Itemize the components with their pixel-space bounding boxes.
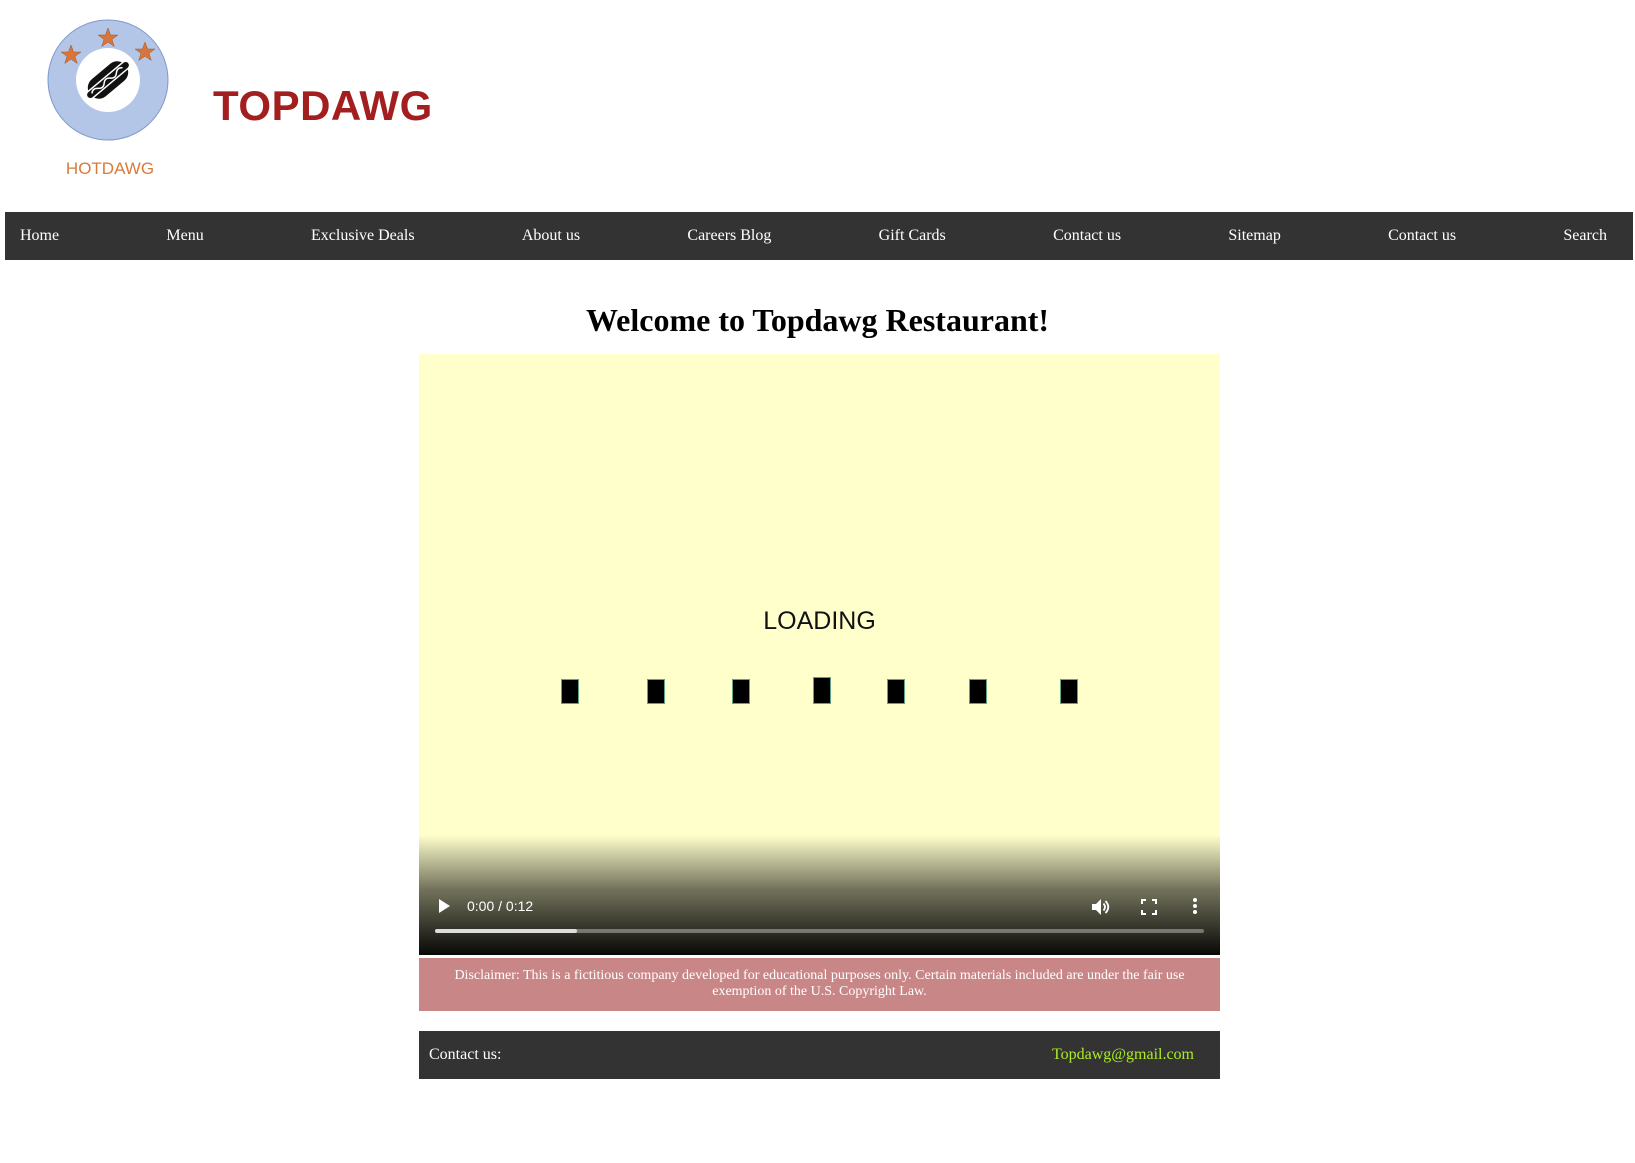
site-title: TOPDAWG [213,82,433,129]
nav-item-exclusive-deals[interactable]: Exclusive Deals [311,227,415,245]
logo[interactable]: HOTDAWG [44,18,176,188]
nav-item-careers-blog[interactable]: Careers Blog [687,227,771,245]
nav-item-sitemap[interactable]: Sitemap [1228,227,1280,245]
loading-block [969,679,987,704]
video-player[interactable]: LOADING 0:00 / 0:12 [419,354,1220,955]
footer: Contact us: Topdawg@gmail.com [419,1031,1220,1079]
main-nav: Home Menu Exclusive Deals About us Caree… [5,212,1633,260]
loading-block [887,679,905,704]
more-options-button[interactable] [1192,897,1198,915]
nav-item-about-us[interactable]: About us [522,227,580,245]
loading-block [813,677,831,704]
loading-block [647,679,665,704]
page-heading: Welcome to Topdawg Restaurant! [585,302,1050,338]
loading-block [732,679,750,704]
fullscreen-button[interactable] [1141,899,1157,915]
logo-emblem: HOTDAWG [47,19,169,178]
footer-contact-label: Contact us: [429,1046,502,1063]
loading-block [1060,679,1078,704]
play-button[interactable] [437,898,451,914]
disclaimer: Disclaimer: This is a fictitious company… [419,958,1220,1011]
fullscreen-icon [1141,899,1157,915]
loading-text: LOADING [763,607,876,635]
nav-item-contact-us[interactable]: Contact us [1053,227,1121,245]
nav-item-contact-us-2[interactable]: Contact us [1388,227,1456,245]
nav-item-gift-cards[interactable]: Gift Cards [879,227,946,245]
volume-button[interactable] [1091,898,1111,916]
loading-block [561,679,579,704]
video-buffered-bar [435,929,578,933]
volume-icon [1092,899,1110,915]
play-icon [439,899,450,913]
nav-item-home[interactable]: Home [20,227,59,245]
nav-item-search[interactable]: Search [1563,227,1607,245]
more-options-icon [1193,898,1197,914]
video-time-display: 0:00 / 0:12 [467,898,534,914]
video-progress-bar[interactable] [435,929,1204,933]
logo-text: HOTDAWG [66,159,154,178]
nav-item-menu[interactable]: Menu [166,227,203,245]
video-controls-bar [419,835,1220,955]
footer-email-link[interactable]: Topdawg@gmail.com [1052,1046,1194,1064]
